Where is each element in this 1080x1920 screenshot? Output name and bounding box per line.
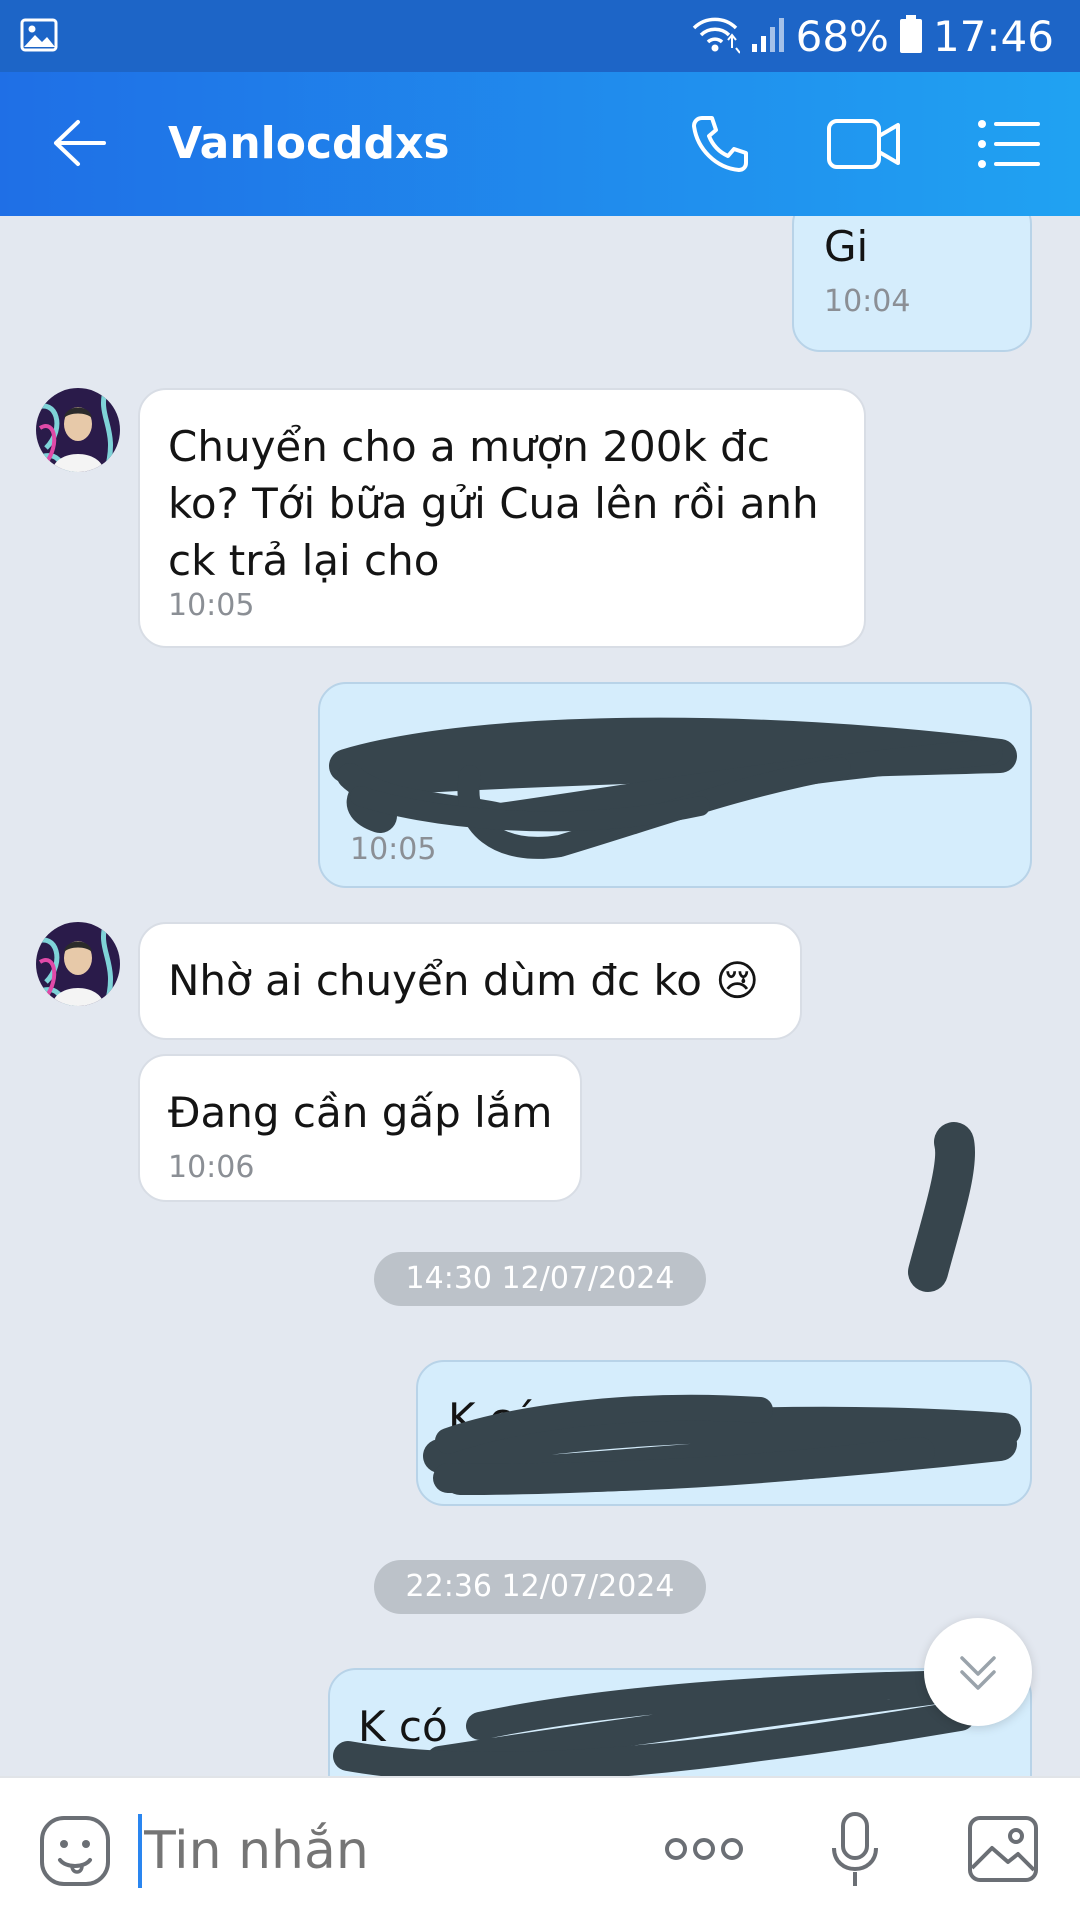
message-text: K có [358, 1702, 448, 1751]
signal-icon [750, 14, 786, 58]
message-time: 14:30 [448, 1454, 535, 1489]
message-bubble-incoming[interactable]: Đang cần gấp lắm 10:06 [138, 1054, 582, 1202]
microphone-icon[interactable] [830, 1810, 880, 1894]
back-arrow-icon[interactable] [52, 118, 108, 172]
message-time: 10:04 [824, 284, 911, 319]
battery-icon [899, 14, 923, 58]
battery-percent: 68% [795, 11, 889, 61]
status-bar: 68% 17:46 [0, 0, 1080, 72]
phone-call-icon[interactable] [688, 112, 752, 180]
avatar[interactable] [36, 922, 120, 1006]
message-list[interactable]: Gi 10:04 Chuyển cho a mượn 200k đc ko? T… [0, 216, 1080, 1776]
message-bubble-outgoing[interactable]: K có 14:30 [416, 1360, 1032, 1506]
message-bubble-incoming[interactable]: Chuyển cho a mượn 200k đc ko? Tới bữa gử… [138, 388, 866, 648]
date-divider: 14:30 12/07/2024 [374, 1252, 706, 1306]
message-text: K có [448, 1394, 538, 1443]
message-time: 10:05 [168, 588, 255, 623]
wifi-icon [690, 14, 741, 58]
message-bubble-outgoing[interactable]: Gi 10:04 [792, 216, 1032, 352]
message-text: Nhờ ai chuyển dùm đc ko 😢 [168, 956, 760, 1005]
message-time: 10:06 [168, 1150, 255, 1185]
emoji-sticker-icon[interactable] [38, 1814, 112, 1892]
composer-bar [0, 1776, 1080, 1920]
image-gallery-icon[interactable] [966, 1814, 1040, 1888]
text-cursor [138, 1814, 142, 1888]
contact-name[interactable]: Vanlocddxs [168, 118, 450, 169]
avatar[interactable] [36, 388, 120, 472]
chat-header: Vanlocddxs [0, 72, 1080, 216]
scroll-to-bottom-button[interactable] [924, 1618, 1032, 1726]
more-dots-icon[interactable] [664, 1834, 744, 1868]
message-bubble-incoming[interactable]: Nhờ ai chuyển dùm đc ko 😢 [138, 922, 802, 1040]
menu-list-icon[interactable] [976, 118, 1040, 174]
gallery-notification-icon [20, 18, 58, 56]
message-time: 10:05 [350, 832, 437, 867]
message-text: Đang cần gấp lắm [168, 1088, 553, 1137]
message-bubble-outgoing[interactable]: 10:05 [318, 682, 1032, 888]
video-call-icon[interactable] [826, 116, 902, 176]
date-divider: 22:36 12/07/2024 [374, 1560, 706, 1614]
message-text: Gi [824, 222, 869, 271]
clock: 17:46 [932, 11, 1054, 61]
message-input[interactable] [144, 1816, 644, 1886]
message-text: Chuyển cho a mượn 200k đc ko? Tới bữa gử… [168, 422, 819, 585]
